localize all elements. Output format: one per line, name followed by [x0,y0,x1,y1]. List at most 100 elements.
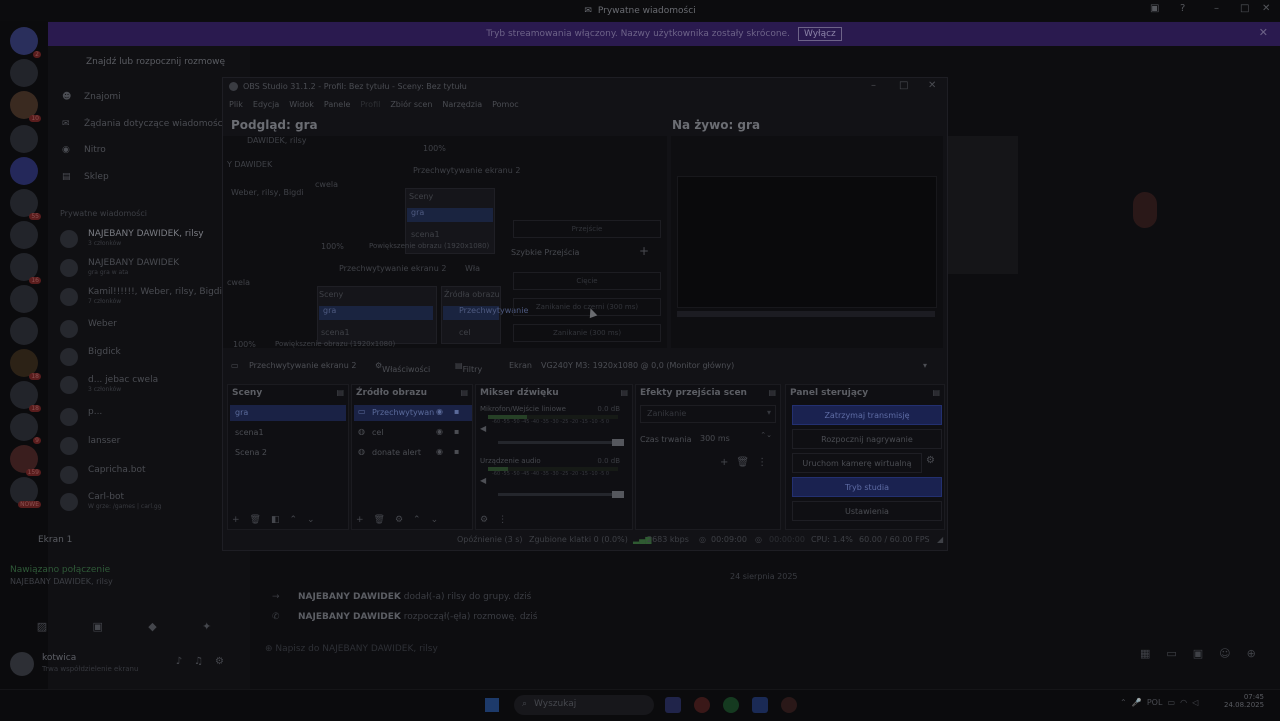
dock-menu-icon[interactable]: ▤ [336,388,344,397]
speaker-icon[interactable]: ◀ [480,424,486,433]
quick-transition-cut[interactable]: Cięcie [513,272,661,290]
system-tray[interactable]: ⌃ 🎤 POL ▭ ◠ ◁ [1120,698,1198,707]
inbox-button-icon[interactable]: ▣ [1150,3,1159,14]
opera-app-icon[interactable] [694,697,710,713]
server-icon[interactable]: 159 [10,445,41,476]
server-icon[interactable]: 18 [10,349,41,380]
scene-item[interactable]: Scena 2 [230,445,346,461]
spotify-app-icon[interactable] [723,697,739,713]
nav-nitro[interactable]: ◉ Nitro [62,145,106,155]
disable-streamer-mode-button[interactable]: Wyłącz [797,27,842,41]
menu-scene-collection[interactable]: Zbiór scen [390,100,432,109]
server-icon[interactable]: 55 [10,189,41,220]
dm-item[interactable]: Capricha.bot [60,464,240,486]
maximize-icon[interactable]: □ [1240,3,1249,14]
server-icon[interactable]: 16 [10,253,41,284]
menu-file[interactable]: Plik [229,100,243,109]
close-icon[interactable]: ✕ [928,80,936,91]
discord-app-icon[interactable] [665,697,681,713]
menu-tools[interactable]: Narzędzia [442,100,482,109]
nav-message-requests[interactable]: ✉ Żądania dotyczące wiadomości [62,119,225,129]
source-item[interactable]: ◍ cel ◉ ▪ [354,425,472,441]
volume-fader[interactable] [498,439,624,446]
stop-streaming-button[interactable]: Zatrzymaj transmisję [792,405,942,425]
composer-actions[interactable]: ▦▭▣☺⊕ [1140,647,1272,660]
add-icon[interactable]: + [639,244,649,258]
start-virtual-camera-button[interactable]: Uruchom kamerę wirtualną [792,453,922,473]
menu-help[interactable]: Pomoc [492,100,519,109]
help-icon[interactable]: ? [1180,3,1185,14]
server-icon[interactable]: 18 [10,381,41,412]
gear-icon[interactable]: ⚙ [926,455,935,466]
server-icon[interactable]: 9 [10,413,41,444]
dock-menu-icon[interactable]: ▤ [460,388,468,397]
chevron-down-icon[interactable]: ▾ [923,361,927,370]
obs-app-icon[interactable] [781,697,797,713]
server-icon[interactable]: 10 [10,91,41,122]
filters-button[interactable]: ▤ Filtry [455,361,482,374]
user-controls[interactable]: ♪♫⚙ [176,656,236,667]
properties-button[interactable]: ⚙ Właściwości [375,361,430,374]
vscode-app-icon[interactable] [752,697,768,713]
windows-start-icon[interactable] [485,698,499,712]
nav-friends[interactable]: ☻ Znajomi [62,92,121,102]
server-icon[interactable] [10,157,38,185]
volume-fader[interactable] [498,491,624,498]
fader-knob[interactable] [612,439,624,446]
scene-item[interactable]: gra [230,405,346,421]
server-icon[interactable] [10,221,38,249]
transition-button[interactable]: Przejście [513,220,661,238]
start-recording-button[interactable]: Rozpocznij nagrywanie [792,429,942,449]
message-composer[interactable]: ⊕ Napisz do NAJEBANY DAWIDEK, rilsy [265,644,1275,664]
studio-mode-button[interactable]: Tryb studia [792,477,942,497]
scene-item[interactable]: scena1 [230,425,346,441]
maximize-icon[interactable]: □ [899,80,908,91]
source-tools[interactable]: +🗑⚙⌃⌄ [356,515,448,525]
dock-menu-icon[interactable]: ▤ [620,388,628,397]
menu-edit[interactable]: Edycja [253,100,279,109]
server-icon[interactable]: NOWE [10,477,41,508]
server-icon[interactable] [10,285,38,313]
server-icon[interactable] [10,59,38,87]
dm-item[interactable]: d... jebac cwela 3 członków [60,374,240,396]
dm-item[interactable]: Weber [60,318,240,340]
transition-tools[interactable]: +🗑⋮ [720,457,775,468]
preview-canvas[interactable]: DAWIDEK, rilsy Y DAWIDEK Weber, rilsy, B… [223,136,667,348]
server-icon[interactable] [10,125,38,153]
dm-item[interactable]: NAJEBANY DAWIDEK gra gra w ata [60,257,240,279]
fader-knob[interactable] [612,491,624,498]
minimize-icon[interactable]: – [871,80,876,91]
camera-icon[interactable]: ▨ [37,620,47,633]
dock-menu-icon[interactable]: ▤ [932,388,940,397]
menu-docks[interactable]: Panele [324,100,351,109]
screen-share-icon[interactable]: ▣ [92,620,102,633]
chat-author[interactable]: NAJEBANY DAWIDEK [298,612,401,622]
taskbar-search[interactable]: ⌕ Wyszukaj [514,695,654,715]
speaker-icon[interactable]: ◀ [480,476,486,485]
scene-tools[interactable]: +🗑◧⌃⌄ [232,515,325,525]
voice-channel[interactable]: NAJEBANY DAWIDEK, rilsy [10,577,245,586]
dm-item[interactable]: lansser [60,435,240,457]
discord-home-icon[interactable]: 2 [10,27,41,58]
stream-preview-tile[interactable] [948,136,1018,274]
search-input[interactable]: Znajdź lub rozpocznij rozmowę [86,57,225,67]
duration-input[interactable]: 300 ms ⌃⌄ [696,431,776,447]
dm-item[interactable]: Carl-bot W grze: /games | carl.gg [60,491,240,513]
settings-button[interactable]: Ustawienia [792,501,942,521]
avatar[interactable] [10,652,34,676]
soundboard-icon[interactable]: ✦ [202,620,211,633]
program-canvas[interactable] [671,136,943,348]
screen-select[interactable]: VG240Y M3: 1920x1080 @ 0,0 (Monitor głów… [541,361,734,370]
menu-view[interactable]: Widok [289,100,314,109]
source-item[interactable]: ◍ donate alert ◉ ▪ [354,445,472,461]
transition-select[interactable]: Zanikanie ▾ [640,405,776,423]
mixer-tools[interactable]: ⚙⋮ [480,515,517,525]
server-icon[interactable] [10,317,38,345]
language-indicator[interactable]: POL [1147,698,1163,707]
minimize-icon[interactable]: – [1214,3,1219,14]
menu-profile[interactable]: Profil [360,100,380,109]
chat-author[interactable]: NAJEBANY DAWIDEK [298,592,401,602]
dm-item[interactable]: Bigdick [60,346,240,368]
quick-transition-fade[interactable]: Zanikanie (300 ms) [513,324,661,342]
taskbar-clock[interactable]: 07:45 24.08.2025 [1224,693,1264,709]
